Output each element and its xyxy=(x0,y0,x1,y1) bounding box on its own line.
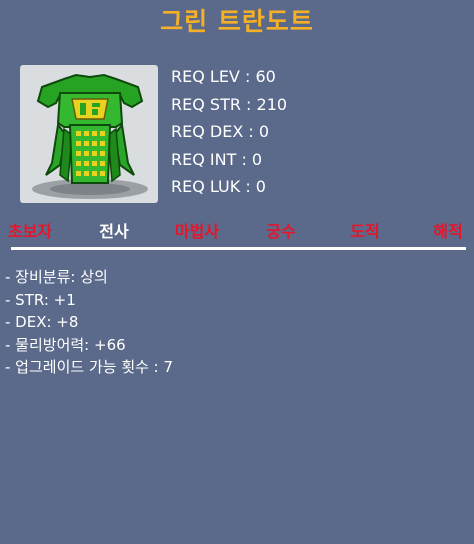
req-int: REQ INT : 0 xyxy=(171,149,263,169)
req-str: REQ STR : 210 xyxy=(171,94,288,114)
stat-upgrades: - 업그레이드 가능 횟수 : 7 xyxy=(5,358,174,376)
item-tooltip: 그린 트란도트 REQ LEV: 60 REQ STR: 210 REQ D… xyxy=(0,0,474,544)
req-level: REQ LEV : 60 xyxy=(171,67,276,86)
req-luk: REQ LUK : 0 xyxy=(171,177,266,196)
job-list: 초보자 전사 마법사 궁수 도적 해적 xyxy=(0,218,474,242)
job-bowman: 궁수 xyxy=(266,222,296,241)
stat-dex: - DEX: +8 xyxy=(5,313,79,331)
job-pirate: 해적 xyxy=(433,222,463,241)
job-beginner: 초보자 xyxy=(7,222,53,241)
job-thief: 도적 xyxy=(350,222,380,241)
req-dex: REQ DEX : 0 xyxy=(171,122,270,141)
requirements-list: REQ LEV : 60 REQ STR : 210 REQ DEX : 0 R… xyxy=(171,68,287,206)
item-title: 그린 트란도트 xyxy=(160,7,314,36)
stat-category: - 장비분류: 상의 xyxy=(5,268,108,286)
green-armor-icon xyxy=(20,65,158,203)
job-warrior: 전사 xyxy=(99,222,129,241)
stat-defense: - 물리방어력: +66 xyxy=(5,335,126,354)
job-magician: 마법사 xyxy=(174,222,220,241)
divider xyxy=(11,247,466,250)
stats-list: - 장비분류: 상의 - STR: +1 - DEX: +8 - 물리방어력: … xyxy=(5,268,173,381)
stat-str: - STR: +1 xyxy=(5,290,76,309)
